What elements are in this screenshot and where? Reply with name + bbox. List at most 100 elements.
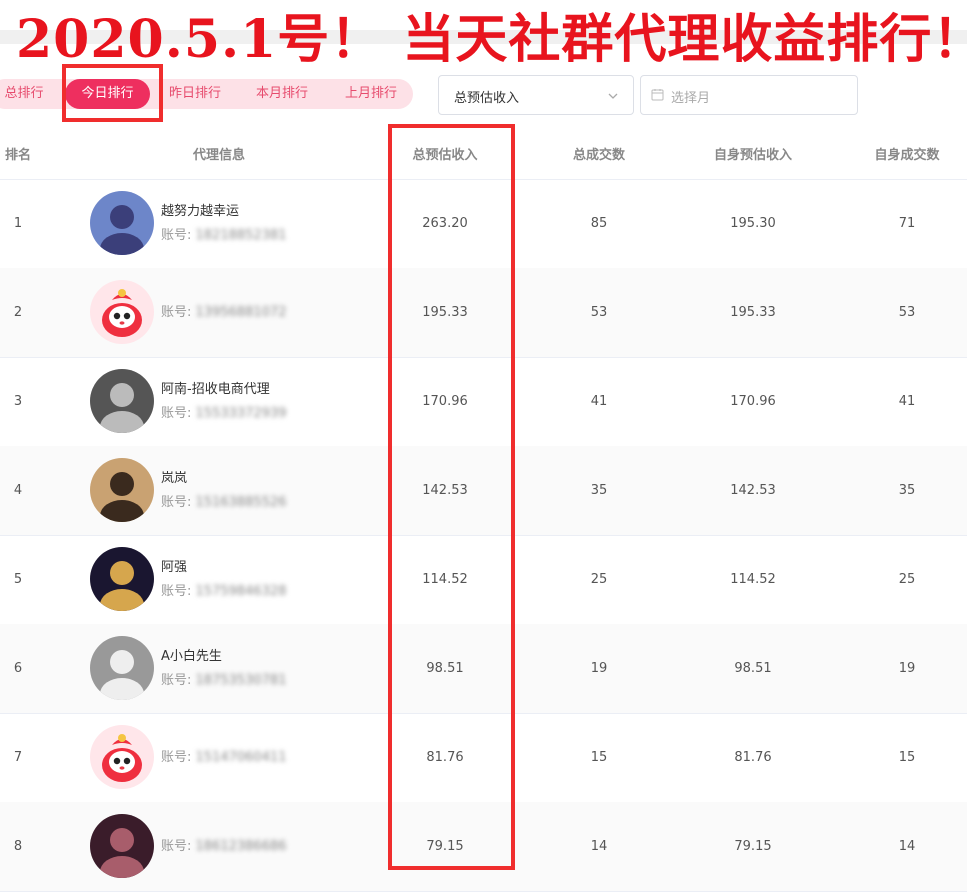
agent-account: 账号: 15147060411 [161, 749, 287, 767]
self-income-cell: 114.52 [730, 572, 776, 587]
total-income-cell: 79.15 [426, 839, 464, 854]
account-label: 账号: [161, 673, 192, 688]
agent-account: 账号: 15163885526 [161, 494, 287, 512]
account-number: 13956881072 [195, 305, 287, 320]
avatar-photo-person-icon [90, 814, 154, 878]
table-row: 1 越努力越幸运 账号: 18218852381 263.20 85 195.30 71 [0, 179, 967, 269]
total-income-cell: 263.20 [422, 216, 468, 231]
total-income-cell: 98.51 [426, 661, 464, 676]
agent-account: 账号: 18612386686 [161, 838, 287, 856]
self-orders-cell: 14 [898, 839, 916, 854]
total-orders-cell: 85 [590, 216, 608, 231]
rank-cell: 2 [13, 305, 23, 320]
rank-cell: 6 [13, 661, 23, 676]
month-picker-placeholder: 选择月 [671, 91, 711, 106]
avatar-photo-person-icon [90, 458, 154, 522]
self-orders-cell: 53 [898, 305, 916, 320]
header-total-income: 总预估收入 [412, 148, 478, 163]
total-income-cell: 81.76 [426, 750, 464, 765]
self-income-cell: 98.51 [734, 661, 772, 676]
table-row: 3 阿南-招收电商代理 账号: 15533372939 170.96 41 170.96 4… [0, 357, 967, 447]
header-rank: 排名 [4, 148, 31, 163]
table-row: 7 账号: 15147060411 81.76 15 81.76 15 [0, 713, 967, 803]
self-income-cell: 195.30 [730, 216, 776, 231]
rank-cell: 7 [13, 750, 23, 765]
tab-this-month-ranking[interactable]: 本月排行 [247, 79, 317, 109]
rank-cell: 8 [13, 839, 23, 854]
self-orders-cell: 19 [898, 661, 916, 676]
avatar-photo-person-icon [90, 191, 154, 255]
self-income-cell: 79.15 [734, 839, 772, 854]
total-orders-cell: 14 [590, 839, 608, 854]
chevron-down-icon [607, 90, 619, 106]
calendar-icon [651, 88, 664, 105]
total-orders-cell: 19 [590, 661, 608, 676]
self-orders-cell: 41 [898, 394, 916, 409]
agent-name: 阿南-招收电商代理 [161, 382, 270, 397]
table-row: 8 账号: 18612386686 79.15 14 79.15 14 [0, 802, 967, 892]
banner-title: 2020.5.1号！ 当天社群代理收益排行！ [16, 9, 967, 70]
account-number: 15163885526 [195, 495, 287, 510]
account-label: 账号: [161, 584, 192, 599]
self-orders-cell: 15 [898, 750, 916, 765]
table-header: 排名 代理信息 总预估收入 总成交数 自身预估收入 自身成交数 [0, 133, 967, 180]
sort-select-value: 总预估收入 [454, 91, 520, 106]
self-income-cell: 81.76 [734, 750, 772, 765]
table-row: 6 A小白先生账号: 18753530781 98.51 19 98.51 19 [0, 624, 967, 714]
avatar-photo-person-icon [90, 636, 154, 700]
total-orders-cell: 53 [590, 305, 608, 320]
tab-yesterday-ranking[interactable]: 昨日排行 [160, 79, 230, 109]
rank-cell: 1 [13, 216, 23, 231]
self-orders-cell: 25 [898, 572, 916, 587]
tab-today-ranking[interactable]: 今日排行 [65, 79, 150, 109]
month-picker[interactable]: 选择月 [640, 75, 858, 115]
header-agent-info: 代理信息 [192, 148, 245, 163]
total-orders-cell: 41 [590, 394, 608, 409]
account-number: 18753530781 [195, 673, 287, 688]
avatar-photo-person-icon [90, 369, 154, 433]
agent-name: 越努力越幸运 [161, 204, 240, 219]
rank-cell: 3 [13, 394, 23, 409]
account-number: 15533372939 [195, 406, 287, 421]
account-number: 15147060411 [195, 750, 287, 765]
tab-total-ranking[interactable]: 总排行 [0, 79, 50, 109]
account-label: 账号: [161, 305, 192, 320]
account-label: 账号: [161, 750, 192, 765]
total-income-cell: 170.96 [422, 394, 468, 409]
total-income-cell: 195.33 [422, 305, 468, 320]
tab-last-month-ranking[interactable]: 上月排行 [336, 79, 406, 109]
agent-name: 岚岚 [161, 471, 188, 486]
self-orders-cell: 71 [898, 216, 916, 231]
total-income-cell: 114.52 [422, 572, 468, 587]
avatar-mascot-icon [90, 725, 154, 789]
table-row: 2 账号: 13956881072 195.33 53 195.33 53 [0, 268, 967, 358]
self-income-cell: 170.96 [730, 394, 776, 409]
account-number: 15759846328 [195, 584, 287, 599]
header-total-orders: 总成交数 [572, 148, 625, 163]
table-row: 5 阿强账号: 15759846328 114.52 25 114.52 25 [0, 535, 967, 625]
agent-name: A小白先生 [161, 649, 222, 664]
total-orders-cell: 35 [590, 483, 608, 498]
agent-account: 账号: 18218852381 [161, 227, 287, 245]
sort-select[interactable]: 总预估收入 [438, 75, 634, 115]
agent-account: 账号: 15533372939 [161, 405, 287, 423]
account-label: 账号: [161, 495, 192, 510]
self-income-cell: 142.53 [730, 483, 776, 498]
self-orders-cell: 35 [898, 483, 916, 498]
account-label: 账号: [161, 406, 192, 421]
agent-account: 账号: 18753530781 [161, 672, 287, 690]
rank-cell: 5 [13, 572, 23, 587]
agent-account: 账号: 15759846328 [161, 583, 287, 601]
ranking-tabs: 总排行 今日排行 昨日排行 本月排行 上月排行 [0, 79, 413, 109]
avatar-photo-person-icon [90, 547, 154, 611]
header-self-orders: 自身成交数 [874, 148, 940, 163]
table-row: 4 岚岚 账号: 15163885526 142.53 35 142.53 35 [0, 446, 967, 536]
total-orders-cell: 25 [590, 572, 608, 587]
account-label: 账号: [161, 228, 192, 243]
account-label: 账号: [161, 839, 192, 854]
total-orders-cell: 15 [590, 750, 608, 765]
avatar-mascot-icon [90, 280, 154, 344]
account-number: 18218852381 [195, 228, 287, 243]
rank-cell: 4 [13, 483, 23, 498]
agent-name: 阿强 [161, 560, 188, 575]
